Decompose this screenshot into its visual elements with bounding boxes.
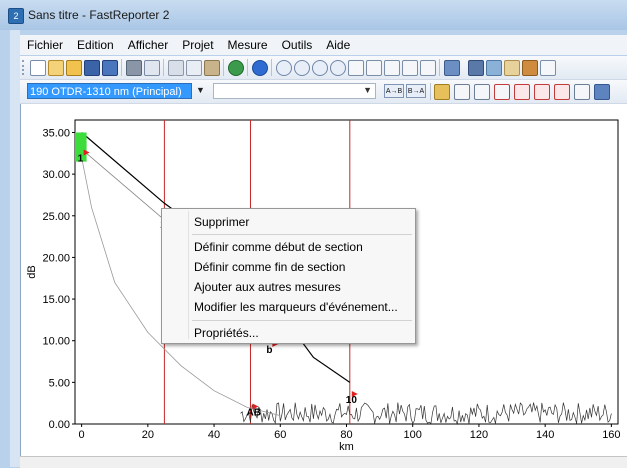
direction-ab-button[interactable]: A→B <box>384 84 404 98</box>
menu-outils[interactable]: Outils <box>275 35 320 55</box>
menu-edition[interactable]: Edition <box>70 35 121 55</box>
new-from-template-icon[interactable] <box>48 60 64 76</box>
y-axis-label: dB <box>26 265 38 278</box>
window-title: Sans titre - FastReporter 2 <box>28 8 170 22</box>
zoom-out-icon[interactable] <box>312 60 328 76</box>
y-tick-label: 0.00 <box>49 419 70 431</box>
save-icon[interactable] <box>84 60 100 76</box>
menu-item-debut-section[interactable]: Définir comme début de section <box>162 238 413 256</box>
x-axis-label: km <box>339 441 354 453</box>
export-icon[interactable] <box>486 60 502 76</box>
event-marker-label: AB <box>246 408 260 419</box>
section-end-icon[interactable] <box>474 84 490 100</box>
view-all-icon[interactable] <box>366 60 382 76</box>
chevron-down-icon[interactable]: ▼ <box>363 85 372 95</box>
event-marker-label: b <box>266 345 272 356</box>
x-tick-label: 120 <box>470 429 488 441</box>
cut-icon[interactable] <box>168 60 184 76</box>
window-icon[interactable] <box>540 60 556 76</box>
paste-icon[interactable] <box>204 60 220 76</box>
add-marker-icon[interactable] <box>494 84 510 100</box>
app-icon: 2 <box>8 8 24 24</box>
event-icon[interactable] <box>434 84 450 100</box>
zoom-fit-icon[interactable] <box>330 60 346 76</box>
print-icon[interactable] <box>126 60 142 76</box>
x-tick-label: 40 <box>208 429 220 441</box>
zoom-in-icon[interactable] <box>294 60 310 76</box>
open-folder-icon[interactable] <box>66 60 82 76</box>
table-icon[interactable] <box>468 60 484 76</box>
x-tick-label: 0 <box>79 429 85 441</box>
copy-icon[interactable] <box>186 60 202 76</box>
menu-item-fin-section[interactable]: Définir comme fin de section <box>162 258 413 276</box>
x-tick-label: 20 <box>142 429 154 441</box>
status-bar <box>20 456 627 468</box>
report-icon[interactable] <box>444 60 460 76</box>
toolbar-grip[interactable] <box>22 60 27 75</box>
menu-mesure[interactable]: Mesure <box>221 35 275 55</box>
y-tick-label: 35.00 <box>42 127 70 139</box>
marker-ab-icon[interactable] <box>514 84 530 100</box>
event-marker-label: 1 <box>78 153 84 164</box>
menu-afficher[interactable]: Afficher <box>121 35 175 55</box>
zoom-icon[interactable] <box>276 60 292 76</box>
marker-b-icon[interactable] <box>554 84 570 100</box>
marker-b-icon[interactable] <box>420 60 436 76</box>
x-tick-label: 60 <box>274 429 286 441</box>
refresh-icon[interactable] <box>228 60 244 76</box>
menu-fichier[interactable]: Fichier <box>20 35 70 55</box>
menu-aide[interactable]: Aide <box>319 35 357 55</box>
marker-a1-icon[interactable] <box>384 60 400 76</box>
y-tick-label: 10.00 <box>42 336 70 348</box>
print-preview-icon[interactable] <box>144 60 160 76</box>
help-icon[interactable] <box>252 60 268 76</box>
table-view-icon[interactable] <box>574 84 590 100</box>
chevron-down-icon[interactable]: ▼ <box>196 85 205 95</box>
secondary-select[interactable]: ▼ <box>213 83 376 99</box>
marker-a2-icon[interactable] <box>402 60 418 76</box>
settings-icon[interactable] <box>522 60 538 76</box>
y-tick-label: 5.00 <box>49 377 70 389</box>
event-marker-label: 10 <box>346 395 358 406</box>
x-tick-label: 80 <box>340 429 352 441</box>
save-all-icon[interactable] <box>102 60 118 76</box>
y-tick-label: 15.00 <box>42 294 70 306</box>
left-panel-edge <box>0 30 20 467</box>
menu-projet[interactable]: Projet <box>175 35 220 55</box>
direction-ba-button[interactable]: B→A <box>406 84 426 98</box>
zoom-page-icon[interactable] <box>348 60 364 76</box>
x-tick-label: 140 <box>536 429 554 441</box>
menu-item-supprimer[interactable]: Supprimer <box>162 213 413 231</box>
title-bar: 2 Sans titre - FastReporter 2 <box>0 0 627 30</box>
menu-bar: Fichier Edition Afficher Projet Mesure Outils… <box>20 35 627 55</box>
y-tick-label: 20.00 <box>42 252 70 264</box>
marker-a-icon[interactable] <box>534 84 550 100</box>
menu-item-ajouter-mesures[interactable]: Ajouter aux autres mesures <box>162 278 413 296</box>
context-menu: Supprimer Définir comme début de section… <box>161 208 416 344</box>
properties-icon[interactable] <box>594 84 610 100</box>
measure-toolbar: 190 OTDR-1310 nm (Principal) ▼ ▼ A→B B→A <box>20 80 627 104</box>
note-icon[interactable] <box>504 60 520 76</box>
new-file-icon[interactable] <box>30 60 46 76</box>
x-tick-label: 100 <box>404 429 422 441</box>
section-start-icon[interactable] <box>454 84 470 100</box>
menu-item-proprietes[interactable]: Propriétés... <box>162 324 413 342</box>
main-toolbar <box>20 56 627 80</box>
y-tick-label: 25.00 <box>42 211 70 223</box>
measure-select[interactable]: 190 OTDR-1310 nm (Principal) <box>27 83 192 99</box>
menu-item-modifier-marqueurs[interactable]: Modifier les marqueurs d'événement... <box>162 298 413 316</box>
x-tick-label: 160 <box>602 429 620 441</box>
y-tick-label: 30.00 <box>42 169 70 181</box>
